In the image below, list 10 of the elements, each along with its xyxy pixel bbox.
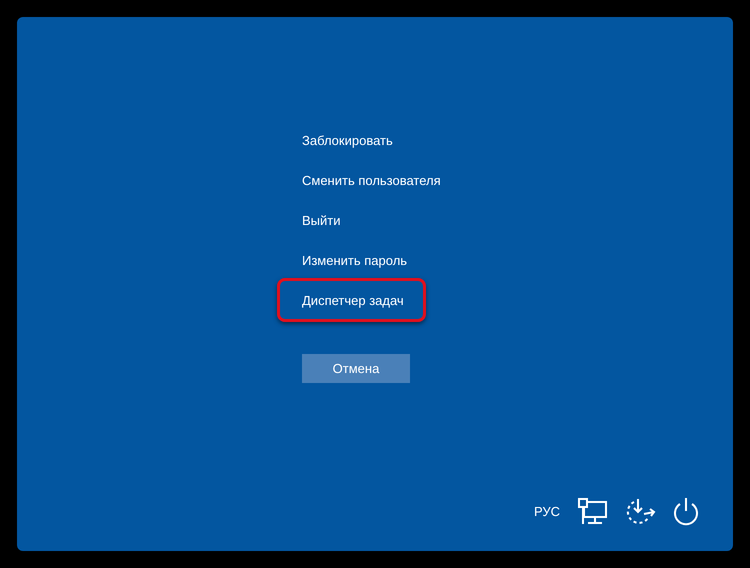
menu-item[interactable]: Изменить пароль (302, 252, 408, 270)
menu-item[interactable]: Диспетчер задач (302, 292, 404, 310)
accessibility-icon[interactable] (624, 498, 656, 526)
menu-item[interactable]: Сменить пользователя (302, 172, 441, 190)
language-indicator[interactable]: РУС (534, 502, 560, 522)
menu-item[interactable]: Выйти (302, 212, 340, 230)
cancel-button[interactable]: Отмена (302, 354, 410, 383)
power-icon[interactable] (672, 497, 700, 527)
network-icon[interactable] (578, 498, 608, 526)
menu-item[interactable]: Заблокировать (302, 132, 393, 150)
